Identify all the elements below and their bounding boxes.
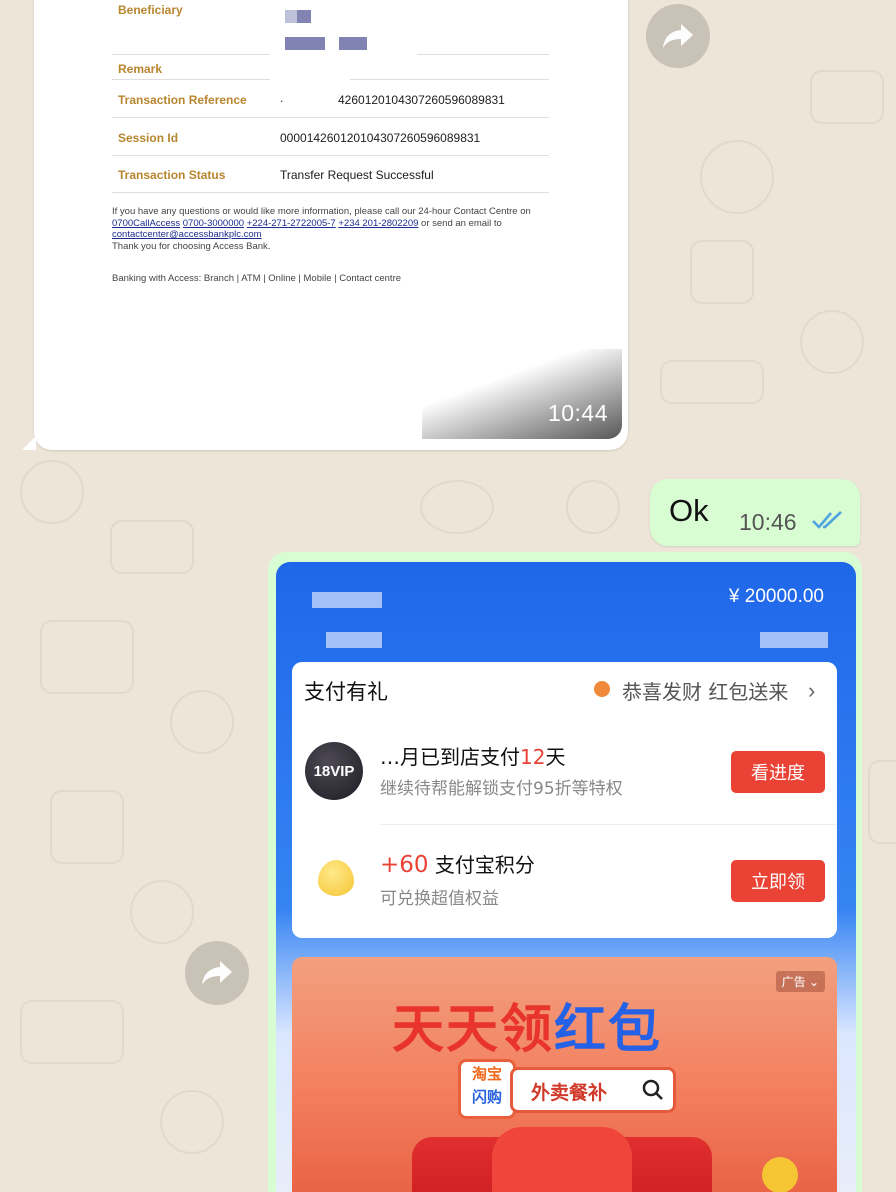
forward-button[interactable] (646, 4, 710, 68)
footer-text: Banking with Access: Branch | ATM | Onli… (112, 273, 402, 284)
redacted-text (326, 632, 382, 648)
forward-icon (663, 24, 693, 48)
redacted-text (760, 632, 828, 648)
session-id-label: Session Id (118, 131, 179, 145)
row-divider (350, 79, 549, 80)
vip-days: 12 (520, 745, 546, 769)
ad-tag: 广告 ⌄ (775, 971, 825, 992)
remark-label: Remark (118, 62, 163, 76)
transaction-reference-label: Transaction Reference (118, 93, 247, 107)
wallpaper-doodle (170, 690, 234, 754)
redacted-text (339, 37, 367, 50)
timestamp-overlay: 10:44 (422, 349, 622, 439)
view-progress-button[interactable]: 看进度 (731, 751, 825, 793)
wallpaper-doodle (40, 620, 134, 694)
amount-text: ¥ 20000.00 (728, 586, 824, 607)
vip-title: …月已到店支付12天 (380, 745, 566, 769)
banner-title: 天天领红包 (392, 1000, 663, 1060)
points-value: +60 (380, 852, 429, 878)
contact-paragraph: If you have any questions or would like … (112, 206, 531, 252)
chevron-right-icon: › (808, 678, 816, 703)
row-divider (112, 79, 270, 80)
points-drop-icon (318, 860, 354, 896)
row-divider (112, 192, 549, 193)
wallpaper-doodle (810, 70, 884, 124)
double-check-icon (812, 511, 842, 529)
wallpaper-doodle (20, 1000, 124, 1064)
redacted-text (312, 592, 382, 608)
wallpaper-doodle (20, 460, 84, 524)
wallpaper-doodle (50, 790, 124, 864)
wallpaper-doodle (160, 1090, 224, 1154)
session-id-value: 000014260120104307260596089831 (280, 131, 481, 145)
wallpaper-doodle (690, 240, 754, 304)
row-divider (112, 117, 549, 118)
forward-icon (202, 961, 232, 985)
transaction-status-value: Transfer Request Successful (280, 168, 434, 182)
wallpaper-doodle (110, 520, 194, 574)
contact-email-text: or send an email to (421, 217, 502, 229)
payment-rewards-card: 支付有礼 恭喜发财 红包送来 › 18VIP …月已到店支付12天 继续待帮能解… (292, 662, 837, 938)
wallpaper-doodle (868, 760, 896, 844)
search-icon (642, 1079, 663, 1100)
thanks-text: Thank you for choosing Access Bank. (112, 240, 271, 252)
outgoing-image-message[interactable]: ¥ 20000.00 支付有礼 恭喜发财 红包送来 › 18VIP …月已到店支… (268, 552, 862, 1192)
message-time: 10:44 (547, 400, 608, 426)
wallpaper-doodle (566, 480, 620, 534)
points-title: +60 支付宝积分 (380, 852, 535, 878)
beneficiary-label: Beneficiary (118, 3, 183, 17)
redacted-text (297, 10, 311, 23)
bank-receipt-image: Beneficiary Remark Transaction Reference… (34, 0, 628, 445)
row-divider (417, 54, 549, 55)
wallpaper-doodle (420, 480, 494, 534)
message-text: Ok (669, 493, 709, 528)
message-time: 10:46 (739, 509, 797, 535)
transaction-reference-prefix: . (280, 91, 284, 105)
row-divider (380, 824, 837, 825)
redacted-text (285, 37, 325, 50)
phone-link[interactable]: +224-271-2722005-7 (247, 218, 336, 229)
transaction-reference-value: 426012010430726059608983​1 (338, 93, 505, 107)
coin-icon (594, 681, 610, 697)
wallpaper-doodle (800, 310, 864, 374)
red-packet-graphic (492, 1127, 632, 1192)
outgoing-text-message[interactable]: Ok 10:46 (650, 479, 860, 546)
incoming-image-message[interactable]: Beneficiary Remark Transaction Reference… (22, 0, 628, 450)
wallpaper-doodle (660, 360, 764, 404)
contact-phones: 0700CallAccess 0700-3000000 +224-271-272… (112, 218, 531, 230)
red-packet-ad-banner[interactable]: 广告 ⌄ 天天领红包 淘宝 闪购 外卖餐补 (292, 957, 837, 1192)
banner-search-bar: 外卖餐补 (510, 1067, 676, 1113)
taobao-flash-logo: 淘宝 闪购 (458, 1059, 516, 1119)
contact-line: If you have any questions or would like … (112, 206, 531, 217)
wallpaper-doodle (130, 880, 194, 944)
phone-link[interactable]: 0700-3000000 (183, 218, 244, 229)
promo-link[interactable]: 恭喜发财 红包送来 (622, 676, 788, 705)
gold-coin-icon (762, 1157, 798, 1192)
redacted-text (285, 10, 297, 23)
points-subtitle: 可兑换超值权益 (380, 889, 499, 909)
email-link[interactable]: contactcenter@accessbankplc.com (112, 229, 262, 240)
phone-link[interactable]: 0700CallAccess (112, 218, 180, 229)
forward-button[interactable] (185, 941, 249, 1005)
row-divider (112, 155, 549, 156)
wallpaper-doodle (700, 140, 774, 214)
row-divider (112, 54, 270, 55)
card-title: 支付有礼 (304, 680, 388, 704)
vip-subtitle: 继续待帮能解锁支付95折等特权 (380, 779, 623, 799)
vip-badge: 18VIP (305, 742, 363, 800)
transaction-status-label: Transaction Status (118, 168, 226, 182)
alipay-screenshot: ¥ 20000.00 支付有礼 恭喜发财 红包送来 › 18VIP …月已到店支… (276, 562, 856, 1192)
phone-link[interactable]: +234 201-2802209 (338, 218, 418, 229)
claim-now-button[interactable]: 立即领 (731, 860, 825, 902)
